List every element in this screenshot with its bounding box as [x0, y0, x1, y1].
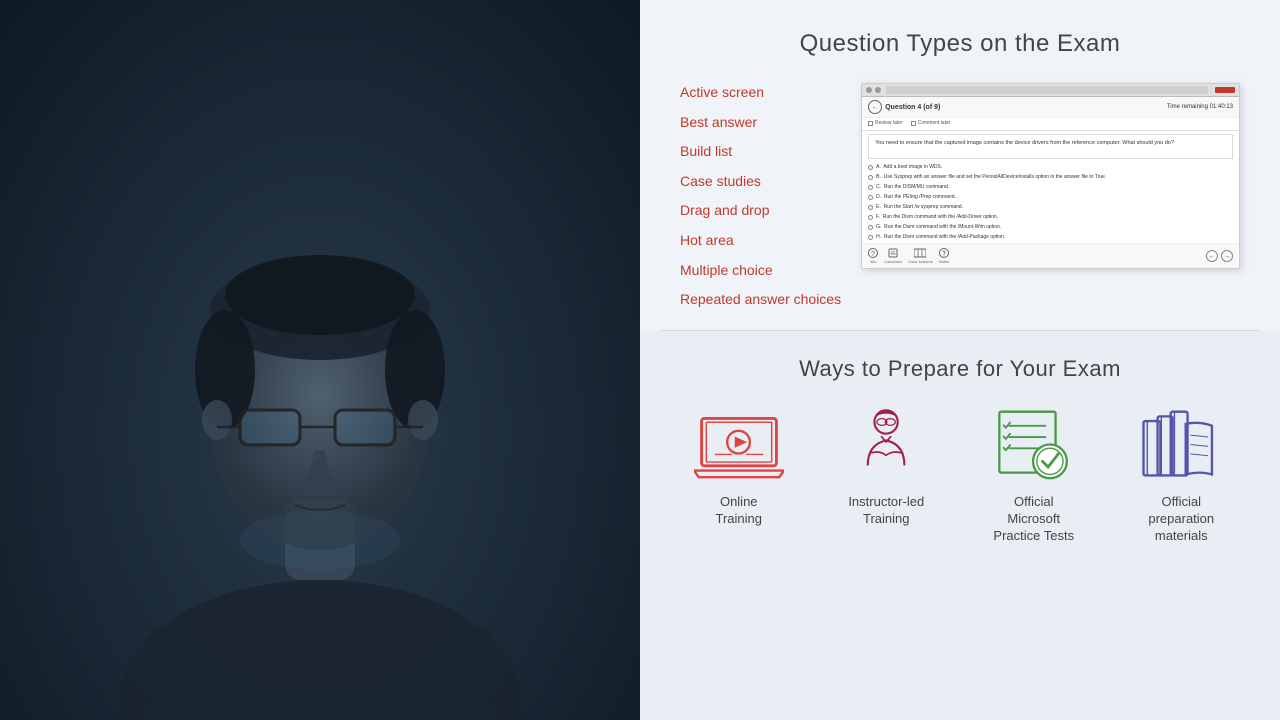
comment-checkbox-box — [911, 121, 916, 126]
exam-option-d[interactable]: D. Run the PEImg /Prep command. — [868, 194, 1233, 201]
qt-case-studies[interactable]: Case studies — [680, 172, 841, 192]
exam-nav-buttons: ← → — [1206, 250, 1233, 262]
radio-c — [868, 185, 873, 190]
exam-footer: ? Info Calculator Color scheme — [862, 243, 1239, 268]
svg-text:?: ? — [871, 251, 875, 258]
radio-a — [868, 165, 873, 170]
right-panel: Question Types on the Exam Active screen… — [640, 0, 1280, 720]
radio-d — [868, 195, 873, 200]
prepare-title: Ways to Prepare for Your Exam — [670, 356, 1250, 382]
exam-header-bar — [862, 84, 1239, 97]
prepare-item-online-training: OnlineTraining — [674, 407, 804, 528]
qt-build-list[interactable]: Build list — [680, 142, 841, 162]
exam-option-f[interactable]: F. Run the Dism command with the /Add-Dr… — [868, 214, 1233, 221]
question-types-list: Active screen Best answer Build list Cas… — [680, 83, 841, 310]
online-training-icon — [694, 407, 784, 482]
exam-option-c[interactable]: C. Run the DISM/MU command. — [868, 184, 1233, 191]
header-dot-1 — [866, 87, 872, 93]
notes-icon-button[interactable]: Notes — [939, 248, 949, 264]
exam-options-list: A. Add a boot image in WDS. B. Use Syspr… — [862, 162, 1239, 243]
qt-best-answer[interactable]: Best answer — [680, 113, 841, 133]
radio-e — [868, 205, 873, 210]
comment-later-checkbox[interactable]: Comment later — [911, 120, 951, 126]
question-types-section: Question Types on the Exam Active screen… — [640, 0, 1280, 330]
exam-option-b[interactable]: B. Use Sysprep with an answer file and s… — [868, 174, 1233, 181]
exam-back-button[interactable]: ← — [868, 100, 882, 114]
instructor-label: Instructor-ledTraining — [848, 494, 924, 528]
left-panel — [0, 0, 640, 720]
header-dot-2 — [875, 87, 881, 93]
exam-question-num: ← Question 4 (of 9) — [868, 100, 940, 114]
online-training-label: OnlineTraining — [716, 494, 762, 528]
calculator-icon-button[interactable]: Calculator — [884, 248, 902, 264]
exam-checkboxes: Review later Comment later — [862, 118, 1239, 128]
exam-option-g[interactable]: G. Run the Dism command with the /Mount-… — [868, 224, 1233, 231]
question-number-label: Question 4 (of 9) — [885, 104, 940, 111]
review-checkbox-box — [868, 121, 873, 126]
prepare-section: Ways to Prepare for Your Exam — [640, 331, 1280, 720]
exam-question-text: You need to ensure that the captured ima… — [868, 134, 1233, 159]
review-later-label: Review later — [875, 120, 903, 126]
header-bar — [886, 86, 1208, 94]
comment-later-label: Comment later — [918, 120, 951, 126]
exam-option-a[interactable]: A. Add a boot image in WDS. — [868, 164, 1233, 171]
prep-materials-label: Officialpreparationmaterials — [1148, 494, 1214, 545]
qt-drag-and-drop[interactable]: Drag and drop — [680, 201, 841, 221]
qt-hot-area[interactable]: Hot area — [680, 231, 841, 251]
radio-g — [868, 225, 873, 230]
info-icon-button[interactable]: ? Info — [868, 248, 878, 264]
exam-option-h[interactable]: H. Run the Dism command with the /Add-Pa… — [868, 234, 1233, 241]
qt-repeated-answer-choices[interactable]: Repeated answer choices — [680, 290, 841, 310]
practice-tests-icon — [989, 407, 1079, 482]
color-scheme-icon-button[interactable]: Color scheme — [908, 248, 933, 264]
qt-active-screen[interactable]: Active screen — [680, 83, 841, 103]
header-close-area — [1215, 87, 1235, 93]
radio-b — [868, 175, 873, 180]
question-types-content: Active screen Best answer Build list Cas… — [680, 83, 1240, 310]
prepare-item-practice-tests: OfficialMicrosoftPractice Tests — [969, 407, 1099, 545]
instructor-icon — [841, 407, 931, 482]
exam-time-remaining: Time remaining 01:40:13 — [1167, 104, 1233, 110]
radio-f — [868, 215, 873, 220]
exam-previous-button[interactable]: ← — [1206, 250, 1218, 262]
exam-screenshot: ← Question 4 (of 9) Time remaining 01:40… — [861, 83, 1240, 269]
question-types-title: Question Types on the Exam — [680, 30, 1240, 58]
exam-option-e[interactable]: E. Run the Start /w sysprep command. — [868, 204, 1233, 211]
prep-materials-icon — [1136, 407, 1226, 482]
exam-divider-1 — [862, 130, 1239, 131]
radio-h — [868, 235, 873, 240]
practice-tests-label: OfficialMicrosoftPractice Tests — [993, 494, 1074, 545]
exam-footer-icons: ? Info Calculator Color scheme — [868, 248, 949, 264]
review-later-checkbox[interactable]: Review later — [868, 120, 903, 126]
prepare-item-instructor: Instructor-ledTraining — [821, 407, 951, 528]
prepare-item-prep-materials: Officialpreparationmaterials — [1116, 407, 1246, 545]
exam-next-button[interactable]: → — [1221, 250, 1233, 262]
exam-question-header: ← Question 4 (of 9) Time remaining 01:40… — [862, 97, 1239, 118]
question-text-content: You need to ensure that the captured ima… — [875, 139, 1226, 148]
prepare-items-row: OnlineTraining — [670, 407, 1250, 545]
qt-multiple-choice[interactable]: Multiple choice — [680, 261, 841, 281]
